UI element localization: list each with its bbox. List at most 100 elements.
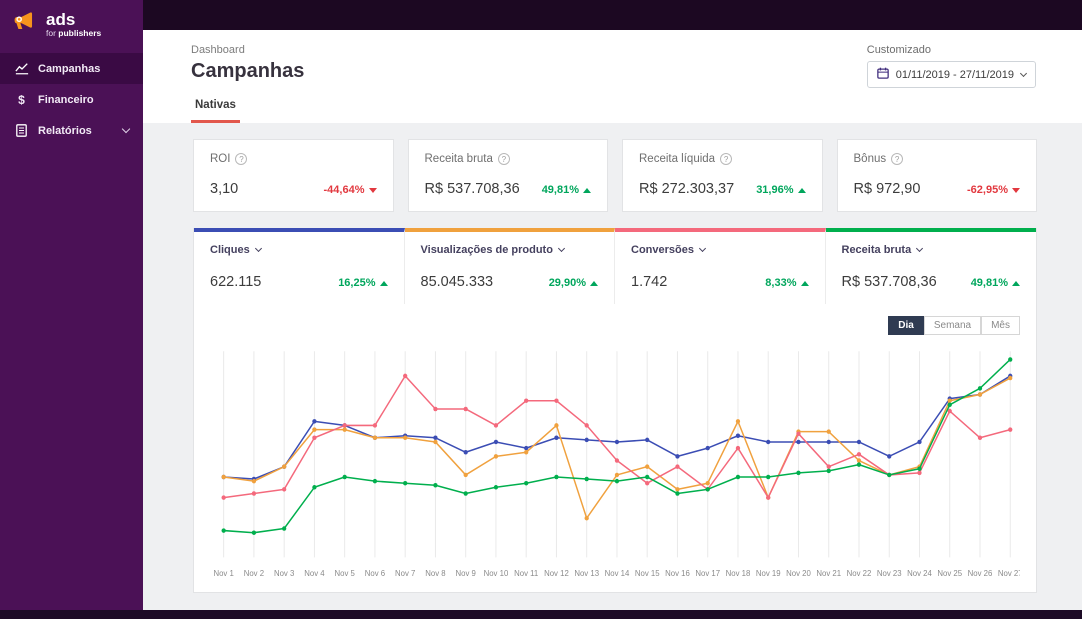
date-range-value: 01/11/2019 - 27/11/2019 <box>895 68 1014 81</box>
kpi-card-receita-bruta: Receita bruta? R$ 537.708,36 49,81% <box>407 139 608 212</box>
sidebar-item-campanhas[interactable]: Campanhas <box>0 53 143 84</box>
logo-line1: ads <box>46 9 76 29</box>
megaphone-icon <box>12 10 39 39</box>
sidebar-item-financeiro[interactable]: $ Financeiro <box>0 84 143 115</box>
kpi-delta: 49,81% <box>542 184 591 196</box>
date-range-picker[interactable]: 01/11/2019 - 27/11/2019 <box>866 61 1036 88</box>
svg-text:Nov 18: Nov 18 <box>726 569 751 578</box>
metric-delta: 8,33% <box>765 277 809 289</box>
metric-value: 1.742 <box>631 274 668 290</box>
svg-text:Nov 16: Nov 16 <box>665 569 690 578</box>
svg-text:Nov 23: Nov 23 <box>877 569 902 578</box>
svg-text:Nov 12: Nov 12 <box>544 569 569 578</box>
chart-area: Dia Semana Mês Nov 1 Nov 2 Nov 3 Nov 4 Nov 5… <box>194 304 1036 592</box>
kpi-value: R$ 537.708,36 <box>424 181 520 197</box>
toggle-mes[interactable]: Mês <box>981 316 1020 335</box>
question-circle-icon[interactable]: ? <box>891 153 904 165</box>
svg-text:Nov 8: Nov 8 <box>425 569 446 578</box>
sidebar-nav: Campanhas $ Financeiro Relatórios <box>0 53 143 146</box>
sidebar-item-label: Financeiro <box>38 93 94 106</box>
metric-delta: 49,81% <box>971 277 1020 289</box>
kpi-row: ROI? 3,10 -44,64% Receita bruta? R$ 537.… <box>193 139 1037 212</box>
kpi-card-receita-liquida: Receita líquida? R$ 272.303,37 31,96% <box>622 139 823 212</box>
arrow-up-icon <box>590 280 598 286</box>
kpi-value: R$ 972,90 <box>853 181 921 197</box>
question-circle-icon[interactable]: ? <box>497 153 510 165</box>
app-logo[interactable]: ads for publishers <box>0 0 143 53</box>
arrow-up-icon <box>1012 280 1020 286</box>
kpi-card-roi: ROI? 3,10 -44,64% <box>193 139 394 212</box>
arrow-up-icon <box>797 187 806 193</box>
kpi-delta: 31,96% <box>756 184 806 196</box>
svg-text:Nov 9: Nov 9 <box>456 569 477 578</box>
svg-text:Nov 10: Nov 10 <box>484 569 509 578</box>
arrow-up-icon <box>379 280 388 286</box>
chevron-down-icon <box>557 244 565 253</box>
period-toggle: Dia Semana Mês <box>210 316 1020 335</box>
toggle-dia[interactable]: Dia <box>888 316 924 335</box>
svg-text:Nov 14: Nov 14 <box>605 569 630 578</box>
svg-text:Nov 19: Nov 19 <box>756 569 781 578</box>
kpi-label: Receita bruta? <box>425 153 592 165</box>
toggle-semana[interactable]: Semana <box>923 316 982 335</box>
top-bar <box>143 0 1082 30</box>
svg-text:Nov 24: Nov 24 <box>907 569 932 578</box>
sidebar-item-label: Campanhas <box>38 62 101 75</box>
sidebar-item-relatorios[interactable]: Relatórios <box>0 115 143 146</box>
svg-text:Nov 17: Nov 17 <box>695 569 720 578</box>
arrow-down-icon <box>368 187 377 193</box>
metric-delta: 29,90% <box>549 277 598 289</box>
logo-text: ads for publishers <box>46 9 102 38</box>
svg-text:Nov 21: Nov 21 <box>816 569 841 578</box>
kpi-card-bonus: Bônus? R$ 972,90 -62,95% <box>836 139 1037 212</box>
svg-text:Nov 20: Nov 20 <box>786 569 811 578</box>
arrow-up-icon <box>800 280 809 286</box>
svg-text:Nov 13: Nov 13 <box>574 569 599 578</box>
line-chart-icon <box>14 62 29 75</box>
svg-text:Nov 15: Nov 15 <box>635 569 660 578</box>
content: ROI? 3,10 -44,64% Receita bruta? R$ 537.… <box>143 123 1082 610</box>
metric-col-receita-bruta: Receita bruta R$ 537.708,36 49,81% <box>825 228 1036 304</box>
svg-text:Nov 7: Nov 7 <box>395 569 416 578</box>
question-circle-icon[interactable]: ? <box>235 153 248 165</box>
metric-dropdown-receita-bruta[interactable]: Receita bruta <box>842 244 1021 256</box>
kpi-delta: -44,64% <box>324 184 377 196</box>
campaign-line-chart: Nov 1 Nov 2 Nov 3 Nov 4 Nov 5 Nov 6 Nov 7 Nov 8… <box>213 351 1020 578</box>
kpi-value: R$ 272.303,37 <box>639 181 735 197</box>
metric-value: 85.045.333 <box>420 274 494 290</box>
tab-bar: Nativas <box>191 99 1034 123</box>
logo-line2: for publishers <box>46 27 102 38</box>
svg-text:Nov 6: Nov 6 <box>365 569 386 578</box>
metric-dropdown-conversoes[interactable]: Conversões <box>631 244 809 256</box>
svg-text:Nov 3: Nov 3 <box>274 569 295 578</box>
metric-value: R$ 537.708,36 <box>841 274 937 290</box>
svg-text:Nov 26: Nov 26 <box>968 569 993 578</box>
tab-nativas[interactable]: Nativas <box>191 99 240 123</box>
main-area: Dashboard Campanhas Customizado 01/11/20… <box>143 0 1082 610</box>
kpi-value: 3,10 <box>210 181 239 197</box>
chevron-down-icon <box>1019 69 1028 78</box>
chevron-down-icon <box>698 244 707 253</box>
sidebar: ads for publishers Campanhas $ Financeir… <box>0 0 143 610</box>
metric-delta: 16,25% <box>338 277 388 289</box>
metric-dropdown-cliques[interactable]: Cliques <box>210 244 388 256</box>
svg-text:Nov 25: Nov 25 <box>937 569 962 578</box>
svg-text:Nov 5: Nov 5 <box>334 569 355 578</box>
metric-col-cliques: Cliques 622.115 16,25% <box>194 228 405 304</box>
app-window: ads for publishers Campanhas $ Financeir… <box>0 0 1082 610</box>
svg-text:Nov 22: Nov 22 <box>847 569 872 578</box>
chevron-down-icon <box>916 244 924 253</box>
arrow-up-icon <box>583 187 591 193</box>
svg-text:Nov 2: Nov 2 <box>244 569 265 578</box>
question-circle-icon[interactable]: ? <box>720 153 733 165</box>
sidebar-item-label: Relatórios <box>38 124 92 137</box>
kpi-delta: -62,95% <box>967 184 1020 196</box>
page-header: Dashboard Campanhas Customizado 01/11/20… <box>143 30 1082 123</box>
kpi-label: Bônus? <box>854 153 1021 165</box>
metric-col-conversoes: Conversões 1.742 8,33% <box>615 228 826 304</box>
metric-value: 622.115 <box>210 274 262 290</box>
footer-strip <box>0 610 1082 619</box>
chevron-down-icon <box>121 124 131 134</box>
metric-dropdown-visualizacoes[interactable]: Visualizações de produto <box>421 244 599 256</box>
arrow-down-icon <box>1012 187 1020 193</box>
